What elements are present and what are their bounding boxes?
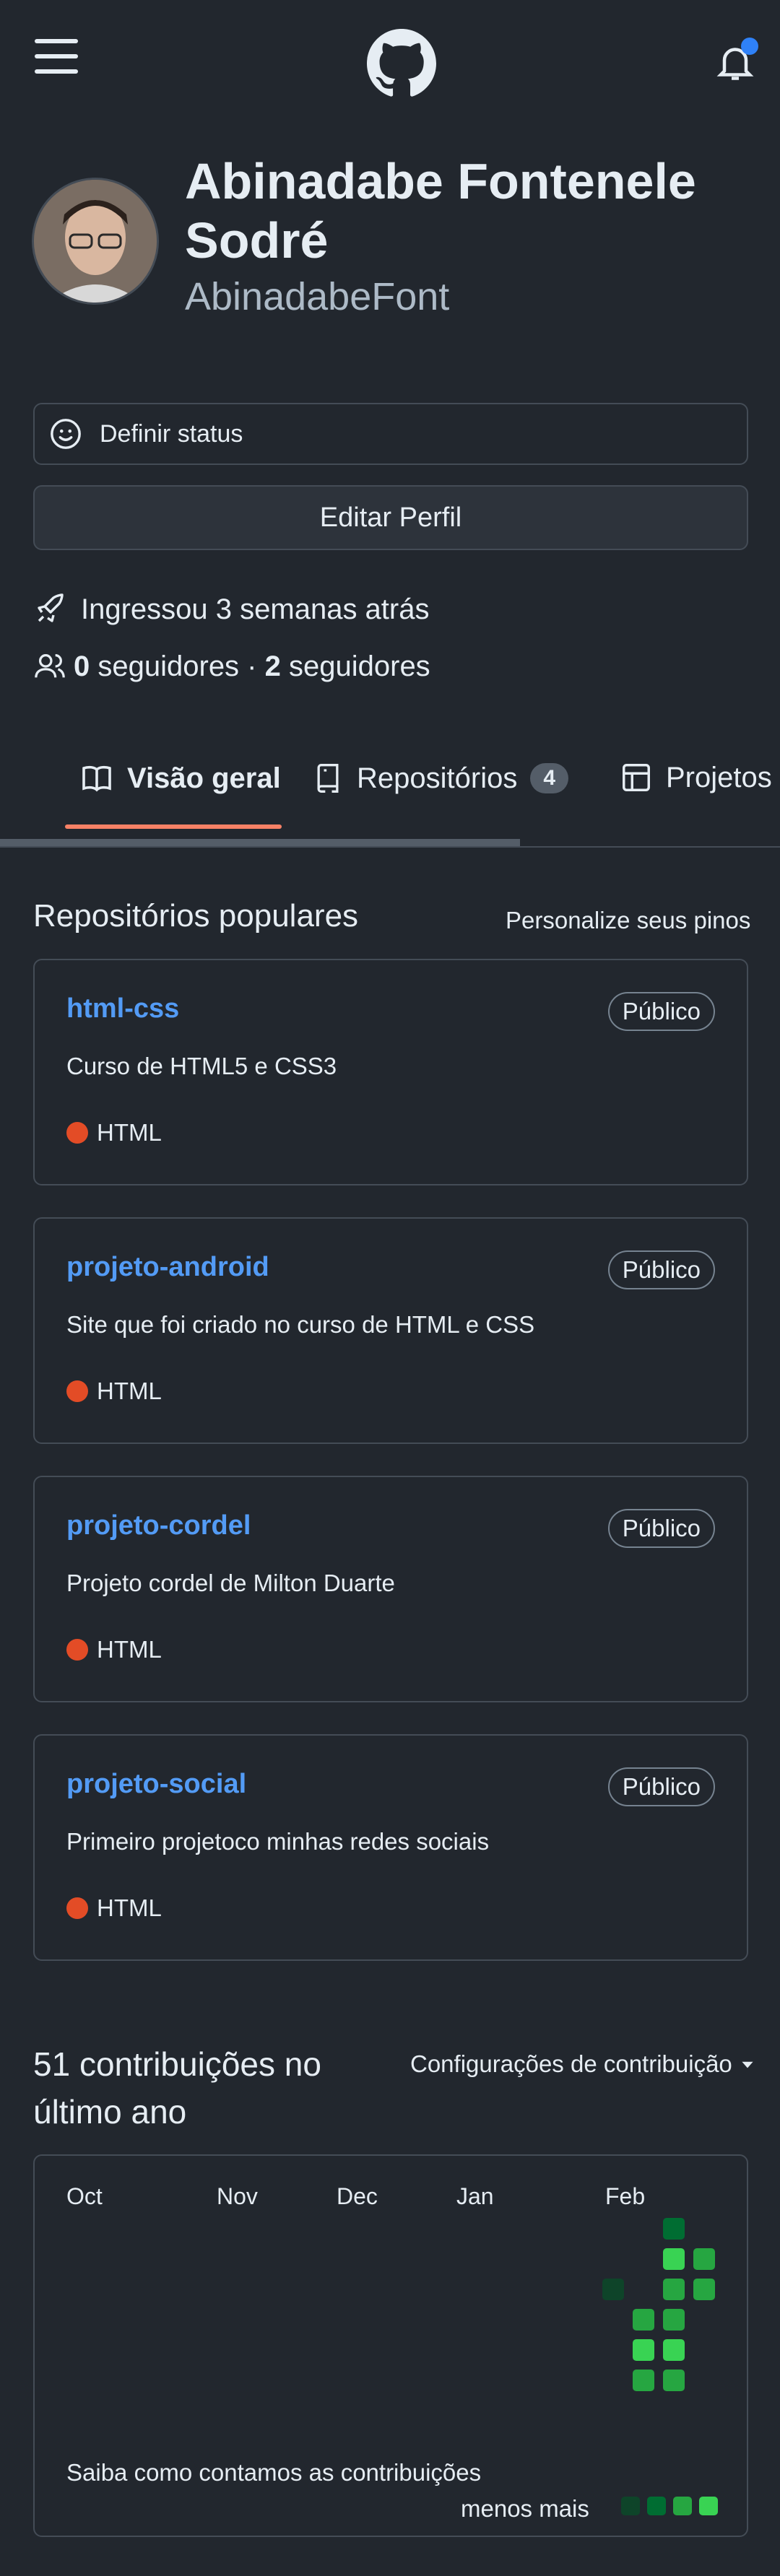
repo-name-link[interactable]: projeto-android — [66, 1252, 269, 1283]
contribution-cell[interactable] — [633, 2370, 654, 2391]
tab-projects[interactable]: Projetos — [620, 761, 772, 794]
repo-icon — [317, 764, 339, 793]
contributions-title: 51 contribuições no último ano — [33, 2045, 321, 2131]
joined-info: Ingressou 3 semanas atrás — [33, 592, 429, 627]
repo-name-link[interactable]: html-css — [66, 993, 179, 1024]
profile-full-name: Abinadabe Fontenele Sodré — [185, 153, 696, 269]
contribution-cell[interactable] — [633, 2339, 654, 2361]
customize-pins-link[interactable]: Personalize seus pinos — [506, 907, 750, 934]
visibility-badge: Público — [607, 1509, 715, 1548]
popular-repos-title: Repositórios populares — [33, 898, 359, 934]
table-icon — [623, 764, 650, 791]
tab-repositories-label: Repositórios — [357, 762, 518, 794]
tab-projects-label: Projetos — [666, 761, 772, 793]
legend-cell — [621, 2497, 640, 2515]
contribution-cell[interactable] — [663, 2218, 685, 2240]
repo-card: html-css Público Curso de HTML5 e CSS3 H… — [33, 959, 748, 1185]
repositories-count-badge: 4 — [530, 763, 569, 793]
following-label: seguidores — [289, 650, 430, 682]
hamburger-menu-icon[interactable] — [35, 39, 78, 74]
tabs-divider — [0, 846, 780, 848]
repo-name-link[interactable]: projeto-social — [66, 1769, 246, 1800]
month-label: Feb — [605, 2183, 646, 2209]
profile-tabs: Visão geral Repositórios 4 Projetos — [0, 751, 780, 845]
followers-label: seguidores · — [98, 650, 257, 682]
language-color-dot — [66, 1380, 88, 1402]
github-octocat-icon[interactable] — [367, 29, 436, 98]
repo-description: Projeto cordel de Milton Duarte — [66, 1570, 395, 1596]
month-label: Dec — [337, 2183, 378, 2209]
language-color-dot — [66, 1122, 88, 1144]
people-icon — [35, 654, 65, 678]
language-label: HTML — [97, 1636, 162, 1663]
profile-login: AbinadabeFont — [185, 275, 450, 318]
contribution-graph: Oct Nov Dec Jan Feb Saiba como contamos … — [33, 2154, 748, 2537]
following-count: 2 — [264, 650, 281, 682]
followers-info[interactable]: 0 seguidores · 2 seguidores — [33, 650, 430, 683]
edit-profile-button[interactable]: Editar Perfil — [33, 485, 748, 550]
repo-language: HTML — [66, 1119, 162, 1146]
caret-down-icon — [742, 2061, 753, 2068]
tab-repositories[interactable]: Repositórios 4 — [312, 761, 569, 796]
tab-overview-label: Visão geral — [127, 762, 281, 794]
repo-language: HTML — [66, 1894, 162, 1922]
book-icon — [82, 765, 111, 792]
contribution-settings-dropdown[interactable]: Configurações de contribuição — [410, 2050, 757, 2078]
legend-cell — [699, 2497, 718, 2515]
repo-language: HTML — [66, 1636, 162, 1663]
set-status-label: Definir status — [100, 420, 243, 448]
month-label: Jan — [456, 2183, 494, 2209]
contribution-cell[interactable] — [663, 2370, 685, 2391]
tabs-scrollbar[interactable] — [0, 839, 520, 846]
contribution-cell[interactable] — [602, 2279, 624, 2300]
tab-overview[interactable]: Visão geral — [79, 761, 281, 796]
avatar[interactable] — [32, 178, 159, 305]
contribution-cell[interactable] — [663, 2309, 685, 2331]
repo-description: Primeiro projetoco minhas redes sociais — [66, 1828, 490, 1855]
legend-cell — [647, 2497, 666, 2515]
contribution-cell[interactable] — [663, 2248, 685, 2270]
language-label: HTML — [97, 1119, 162, 1146]
notification-indicator — [741, 38, 758, 55]
repo-card: projeto-cordel Público Projeto cordel de… — [33, 1476, 748, 1702]
visibility-badge: Público — [607, 992, 715, 1031]
set-status-button[interactable]: Definir status — [33, 403, 748, 465]
language-color-dot — [66, 1897, 88, 1919]
repo-description: Curso de HTML5 e CSS3 — [66, 1053, 337, 1079]
repo-language: HTML — [66, 1378, 162, 1405]
rocket-icon — [38, 593, 64, 622]
contribution-settings-label: Configurações de contribuição — [410, 2050, 732, 2077]
active-tab-indicator — [65, 824, 282, 829]
learn-contributions-link[interactable]: Saiba como contamos as contribuições — [66, 2459, 481, 2486]
contribution-cell[interactable] — [663, 2279, 685, 2300]
contribution-cell[interactable] — [693, 2248, 715, 2270]
visibility-badge: Público — [607, 1250, 715, 1289]
language-color-dot — [66, 1639, 88, 1661]
visibility-badge: Público — [607, 1767, 715, 1806]
repo-description: Site que foi criado no curso de HTML e C… — [66, 1311, 535, 1338]
followers-count: 0 — [74, 650, 90, 682]
language-label: HTML — [97, 1378, 162, 1404]
month-label: Oct — [66, 2183, 103, 2209]
repo-card: projeto-social Público Primeiro projetoc… — [33, 1734, 748, 1961]
contribution-cell[interactable] — [693, 2279, 715, 2300]
contribution-cell[interactable] — [663, 2339, 685, 2361]
repo-name-link[interactable]: projeto-cordel — [66, 1510, 251, 1541]
legend-cell — [673, 2497, 692, 2515]
joined-text: Ingressou 3 semanas atrás — [81, 593, 430, 625]
month-label: Nov — [217, 2183, 258, 2209]
language-label: HTML — [97, 1894, 162, 1921]
legend-less-more: menos mais — [461, 2495, 589, 2522]
repo-card: projeto-android Público Site que foi cri… — [33, 1217, 748, 1444]
contribution-cell[interactable] — [633, 2309, 654, 2331]
smiley-icon — [51, 419, 81, 449]
